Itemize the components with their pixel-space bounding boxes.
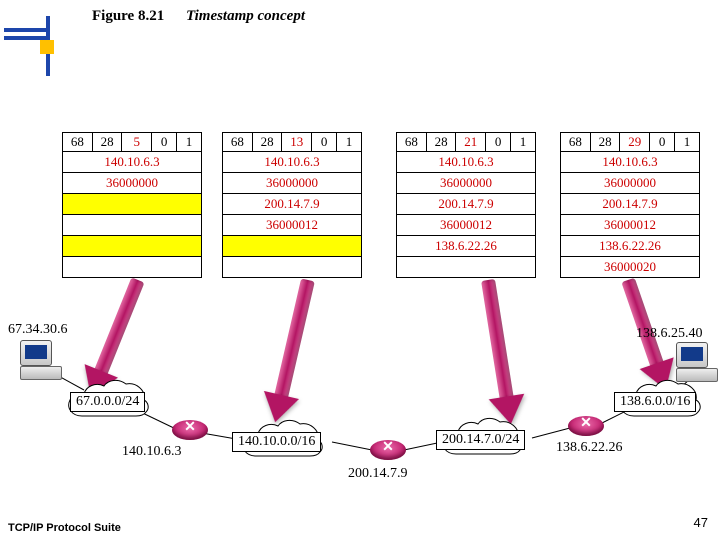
hdr-cell-pointer: 5	[122, 132, 152, 152]
router-icon: ✕	[172, 420, 208, 440]
cloud-label: 140.10.0.0/16	[232, 432, 321, 452]
hdr-cell: 28	[93, 132, 123, 152]
table-row	[222, 257, 362, 278]
table-row	[62, 236, 202, 257]
cloud-label: 200.14.7.0/24	[436, 430, 525, 450]
timestamp-table-2: 68 28 13 0 1 140.10.6.3 36000000 200.14.…	[222, 132, 362, 278]
host-ip-right: 138.6.25.40	[636, 326, 703, 342]
table-row	[396, 257, 536, 278]
router-label: 140.10.6.3	[122, 444, 182, 460]
hdr-cell: 28	[591, 132, 621, 152]
host-ip-left: 67.34.30.6	[8, 322, 68, 338]
cloud-label: 67.0.0.0/24	[70, 392, 145, 412]
hdr-cell: 1	[675, 132, 700, 152]
table-row: 200.14.7.9	[396, 194, 536, 215]
hdr-cell: 0	[312, 132, 337, 152]
hdr-cell: 0	[650, 132, 675, 152]
router-label: 200.14.7.9	[348, 466, 408, 482]
table-row: 138.6.22.26	[396, 236, 536, 257]
arrow-icon	[258, 276, 326, 426]
table-row	[62, 215, 202, 236]
table-row: 36000000	[560, 173, 700, 194]
router-label: 138.6.22.26	[556, 440, 623, 456]
timestamp-table-3: 68 28 21 0 1 140.10.6.3 36000000 200.14.…	[396, 132, 536, 278]
table-row: 200.14.7.9	[222, 194, 362, 215]
table-row	[62, 257, 202, 278]
hdr-cell: 68	[560, 132, 591, 152]
table-row: 140.10.6.3	[62, 152, 202, 173]
table-header: 68 28 29 0 1	[560, 132, 700, 152]
table-header: 68 28 5 0 1	[62, 132, 202, 152]
timestamp-table-1: 68 28 5 0 1 140.10.6.3 36000000	[62, 132, 202, 278]
table-row: 36000012	[560, 215, 700, 236]
pc-icon	[676, 342, 720, 382]
table-row: 200.14.7.9	[560, 194, 700, 215]
hdr-cell: 0	[152, 132, 177, 152]
table-row: 140.10.6.3	[560, 152, 700, 173]
hdr-cell-pointer: 13	[282, 132, 312, 152]
hdr-cell: 68	[62, 132, 93, 152]
table-row: 138.6.22.26	[560, 236, 700, 257]
table-row: 36000000	[62, 173, 202, 194]
hdr-cell: 28	[427, 132, 457, 152]
hdr-cell-pointer: 21	[456, 132, 486, 152]
timestamp-table-4: 68 28 29 0 1 140.10.6.3 36000000 200.14.…	[560, 132, 700, 278]
table-header: 68 28 13 0 1	[222, 132, 362, 152]
pc-icon	[20, 340, 64, 380]
table-row: 36000000	[396, 173, 536, 194]
hdr-cell: 0	[486, 132, 511, 152]
hdr-cell: 1	[337, 132, 362, 152]
hdr-cell-pointer: 29	[620, 132, 650, 152]
table-row: 36000020	[560, 257, 700, 278]
hdr-cell: 1	[511, 132, 536, 152]
table-row	[222, 236, 362, 257]
accent-bar	[4, 28, 46, 32]
slide: Figure 8.21 Timestamp concept 68 28 5 0 …	[0, 0, 720, 540]
table-row: 140.10.6.3	[396, 152, 536, 173]
table-row	[62, 194, 202, 215]
hdr-cell: 1	[177, 132, 202, 152]
table-header: 68 28 21 0 1	[396, 132, 536, 152]
page-number: 47	[694, 515, 708, 530]
accent-square	[40, 40, 54, 54]
arrow-icon	[470, 277, 528, 427]
table-row: 140.10.6.3	[222, 152, 362, 173]
router-icon: ✕	[370, 440, 406, 460]
table-row: 36000012	[222, 215, 362, 236]
hdr-cell: 68	[222, 132, 253, 152]
table-row: 36000000	[222, 173, 362, 194]
hdr-cell: 68	[396, 132, 427, 152]
table-row: 36000012	[396, 215, 536, 236]
cloud-label: 138.6.0.0/16	[614, 392, 696, 412]
router-icon: ✕	[568, 416, 604, 436]
hdr-cell: 28	[253, 132, 283, 152]
figure-number: Figure 8.21	[92, 8, 164, 25]
figure-title: Timestamp concept	[186, 8, 305, 25]
footer-text: TCP/IP Protocol Suite	[8, 522, 121, 534]
